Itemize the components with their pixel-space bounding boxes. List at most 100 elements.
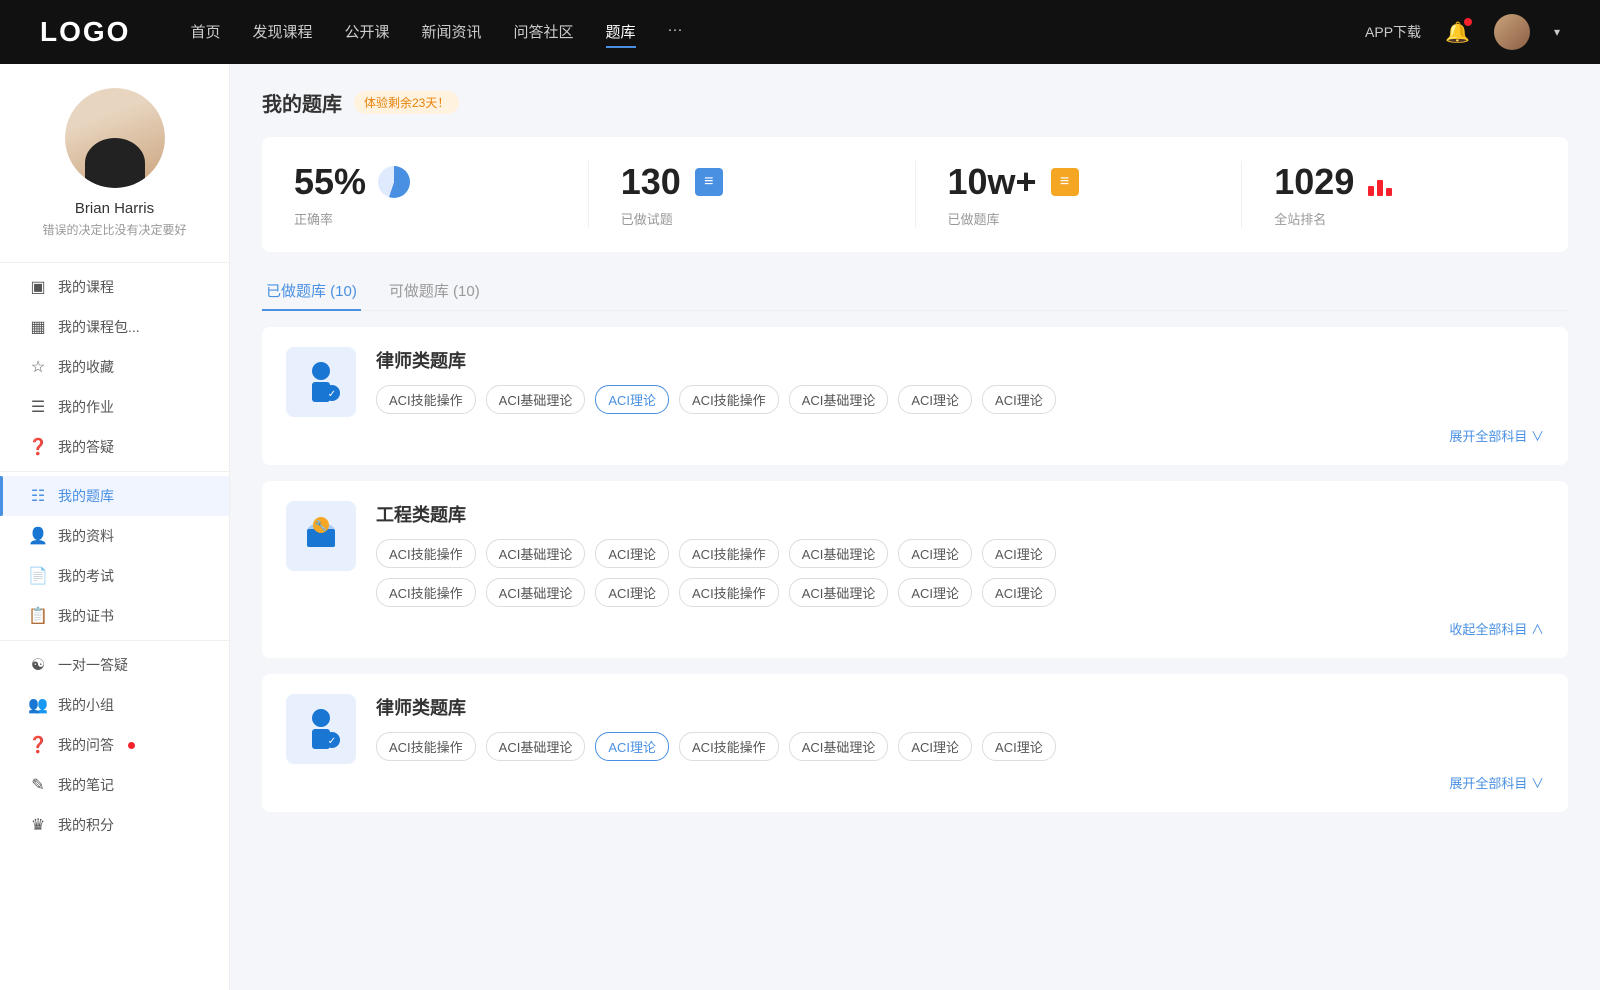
stat-accuracy: 55% 正确率 (262, 161, 589, 228)
nav-more[interactable]: ··· (668, 17, 683, 48)
tag-3-1[interactable]: ACI基础理论 (486, 732, 586, 761)
sidebar-item-certificate[interactable]: 📋 我的证书 (0, 596, 229, 636)
stat-banks-top: 10w+ ≡ (948, 161, 1083, 203)
app-download-link[interactable]: APP下载 (1365, 22, 1421, 42)
sidebar-item-exam[interactable]: 📄 我的考试 (0, 556, 229, 596)
qbank-tags-3: ACI技能操作 ACI基础理论 ACI理论 ACI技能操作 ACI基础理论 AC… (376, 732, 1544, 761)
nav-discover[interactable]: 发现课程 (252, 17, 312, 48)
nav-qbank[interactable]: 题库 (606, 17, 636, 48)
tag-2-0[interactable]: ACI技能操作 (376, 539, 476, 568)
tag-2-r2-3[interactable]: ACI技能操作 (679, 578, 779, 607)
qbank-header-1: ✓ 律师类题库 ACI技能操作 ACI基础理论 ACI理论 ACI技能操作 AC… (286, 347, 1544, 445)
tag-2-r2-1[interactable]: ACI基础理论 (486, 578, 586, 607)
qbank-tags-2-row2: ACI技能操作 ACI基础理论 ACI理论 ACI技能操作 ACI基础理论 AC… (376, 578, 1544, 607)
nav-news[interactable]: 新闻资讯 (422, 17, 482, 48)
answers-icon: ❓ (28, 437, 48, 457)
collapse-row-2: 收起全部科目 ∧ (376, 611, 1544, 638)
done-questions-icon: ≡ (691, 164, 727, 200)
navigation: LOGO 首页 发现课程 公开课 新闻资讯 问答社区 题库 ··· APP下载 … (0, 0, 1600, 64)
qbank-header-3: ✓ 律师类题库 ACI技能操作 ACI基础理论 ACI理论 ACI技能操作 AC… (286, 694, 1544, 792)
sidebar-item-course[interactable]: ▣ 我的课程 (0, 267, 229, 307)
accuracy-icon (376, 164, 412, 200)
tag-3-0[interactable]: ACI技能操作 (376, 732, 476, 761)
svg-text:✓: ✓ (328, 389, 336, 400)
sidebar-label-course-package: 我的课程包... (58, 317, 140, 337)
tag-3-2[interactable]: ACI理论 (595, 732, 669, 761)
tag-1-0[interactable]: ACI技能操作 (376, 385, 476, 414)
qbank-tags-2-row1: ACI技能操作 ACI基础理论 ACI理论 ACI技能操作 ACI基础理论 AC… (376, 539, 1544, 568)
tag-2-3[interactable]: ACI技能操作 (679, 539, 779, 568)
tag-1-2[interactable]: ACI理论 (595, 385, 669, 414)
trial-badge: 体验剩余23天！ (354, 91, 459, 114)
stat-banks-label: 已做题库 (948, 209, 1000, 228)
sidebar-item-notes[interactable]: ✎ 我的笔记 (0, 765, 229, 805)
tab-done[interactable]: 已做题库 (10) (262, 272, 361, 311)
sidebar-item-qbank[interactable]: ☷ 我的题库 (0, 476, 229, 516)
tag-2-6[interactable]: ACI理论 (982, 539, 1056, 568)
sidebar-item-homework[interactable]: ☰ 我的作业 (0, 387, 229, 427)
sidebar-label-points: 我的积分 (58, 815, 114, 835)
sidebar-item-answers[interactable]: ❓ 我的答疑 (0, 427, 229, 467)
tag-3-3[interactable]: ACI技能操作 (679, 732, 779, 761)
tag-1-4[interactable]: ACI基础理论 (789, 385, 889, 414)
nav-home[interactable]: 首页 (190, 17, 220, 48)
tag-1-5[interactable]: ACI理论 (898, 385, 972, 414)
nav-open-course[interactable]: 公开课 (344, 17, 389, 48)
sidebar-item-group[interactable]: 👥 我的小组 (0, 685, 229, 725)
doc-blue-icon: ≡ (695, 168, 723, 196)
qbank-icon-1: ✓ (286, 347, 356, 417)
nav-qa[interactable]: 问答社区 (514, 17, 574, 48)
ranking-icon (1364, 164, 1400, 200)
notification-dot (1464, 18, 1472, 26)
favorites-icon: ☆ (28, 357, 48, 377)
tag-2-r2-4[interactable]: ACI基础理论 (789, 578, 889, 607)
tag-3-4[interactable]: ACI基础理论 (789, 732, 889, 761)
tag-2-r2-0[interactable]: ACI技能操作 (376, 578, 476, 607)
bar-chart-icon (1368, 168, 1396, 196)
tag-2-4[interactable]: ACI基础理论 (789, 539, 889, 568)
collapse-button-2[interactable]: 收起全部科目 ∧ (1449, 619, 1544, 638)
tag-2-r2-2[interactable]: ACI理论 (595, 578, 669, 607)
tag-1-6[interactable]: ACI理论 (982, 385, 1056, 414)
sidebar-item-oneone[interactable]: ☯ 一对一答疑 (0, 645, 229, 685)
group-icon: 👥 (28, 695, 48, 715)
svg-text:✓: ✓ (328, 736, 336, 747)
sidebar-item-course-package[interactable]: ▦ 我的课程包... (0, 307, 229, 347)
sidebar-divider-2 (0, 640, 229, 641)
stat-ranking-label: 全站排名 (1274, 209, 1326, 228)
bar3 (1386, 188, 1392, 196)
expand-button-3[interactable]: 展开全部科目 ∨ (1449, 773, 1544, 792)
sidebar-label-favorites: 我的收藏 (58, 357, 114, 377)
user-avatar[interactable] (1494, 14, 1530, 50)
tag-2-r2-6[interactable]: ACI理论 (982, 578, 1056, 607)
tag-2-5[interactable]: ACI理论 (898, 539, 972, 568)
expand-button-1[interactable]: 展开全部科目 ∨ (1449, 426, 1544, 445)
tag-2-1[interactable]: ACI基础理论 (486, 539, 586, 568)
lawyer-svg-icon-1: ✓ (296, 357, 346, 407)
myquestions-badge (128, 742, 135, 749)
svg-text:🔧: 🔧 (315, 519, 327, 532)
sidebar-item-myquestions[interactable]: ❓ 我的问答 (0, 725, 229, 765)
question-bank-tabs: 已做题库 (10) 可做题库 (10) (262, 272, 1568, 311)
notification-bell[interactable]: 🔔 (1445, 20, 1470, 45)
sidebar-label-profile: 我的资料 (58, 526, 114, 546)
tag-1-3[interactable]: ACI技能操作 (679, 385, 779, 414)
qbank-icon-2: 🔧 (286, 501, 356, 571)
tag-3-6[interactable]: ACI理论 (982, 732, 1056, 761)
nav-right: APP下载 🔔 ▾ (1365, 14, 1560, 50)
course-package-icon: ▦ (28, 317, 48, 337)
tab-available[interactable]: 可做题库 (10) (385, 272, 484, 311)
avatar-dropdown-arrow[interactable]: ▾ (1554, 25, 1560, 39)
tag-1-1[interactable]: ACI基础理论 (486, 385, 586, 414)
page-title: 我的题库 (262, 88, 342, 117)
sidebar-label-certificate: 我的证书 (58, 606, 114, 626)
qbank-card-2: 🔧 工程类题库 ACI技能操作 ACI基础理论 ACI理论 ACI技能操作 AC… (262, 481, 1568, 658)
tag-2-r2-5[interactable]: ACI理论 (898, 578, 972, 607)
sidebar-item-profile[interactable]: 👤 我的资料 (0, 516, 229, 556)
main-layout: Brian Harris 错误的决定比没有决定要好 ▣ 我的课程 ▦ 我的课程包… (0, 64, 1600, 990)
tag-2-2[interactable]: ACI理论 (595, 539, 669, 568)
sidebar-item-points[interactable]: ♛ 我的积分 (0, 805, 229, 845)
stat-done-label: 已做试题 (621, 209, 673, 228)
sidebar-item-favorites[interactable]: ☆ 我的收藏 (0, 347, 229, 387)
tag-3-5[interactable]: ACI理论 (898, 732, 972, 761)
